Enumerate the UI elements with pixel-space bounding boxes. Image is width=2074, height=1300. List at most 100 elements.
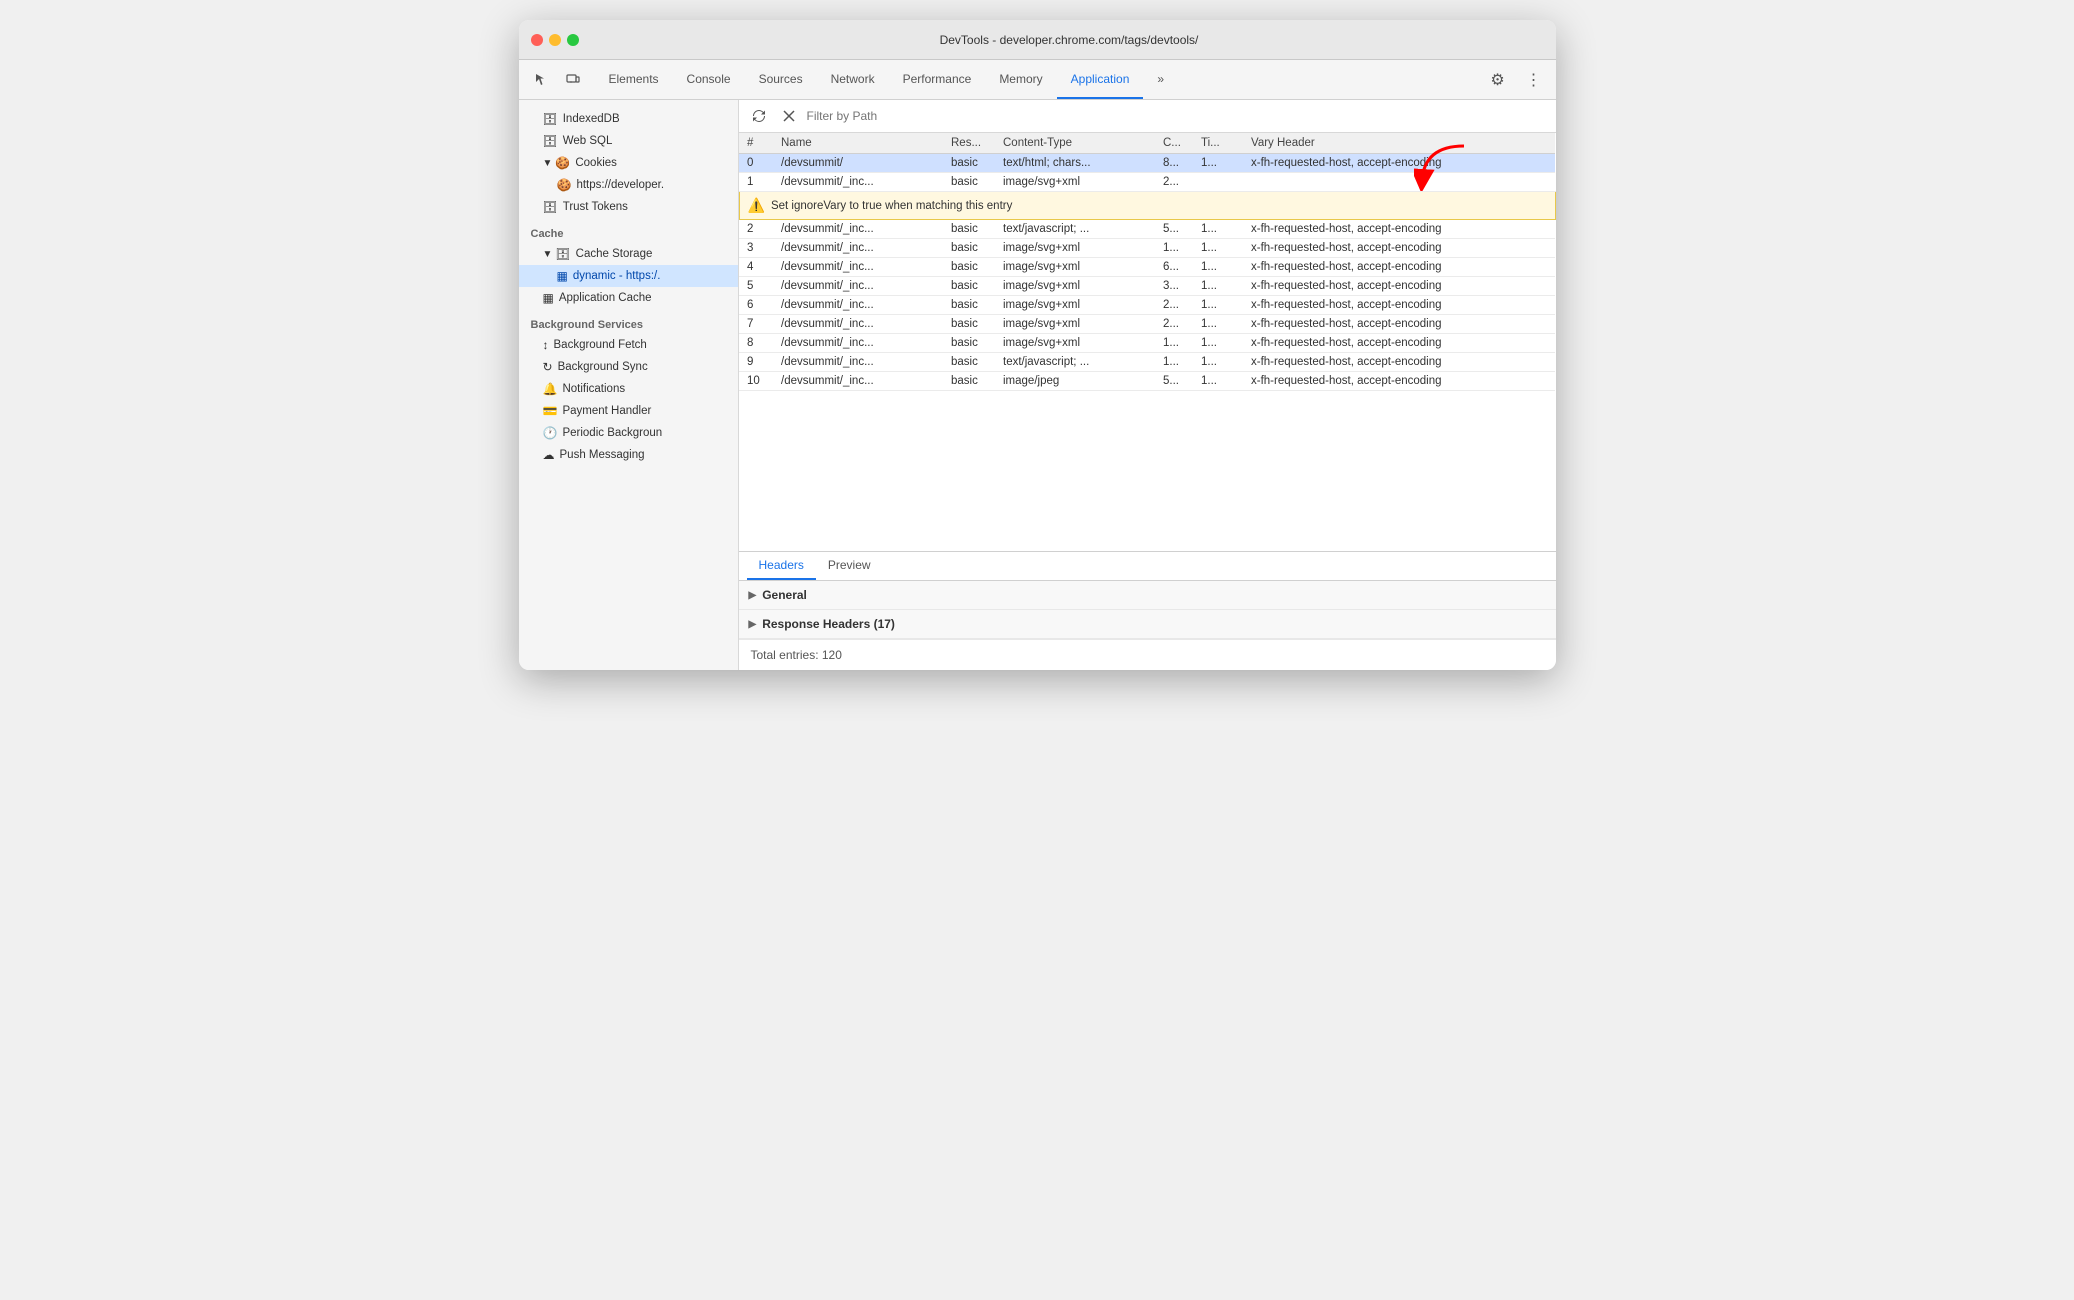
- toolbar: Elements Console Sources Network Perform…: [519, 60, 1556, 100]
- table-row[interactable]: 9/devsummit/_inc...basictext/javascript;…: [739, 353, 1555, 372]
- devtools-window: DevTools - developer.chrome.com/tags/dev…: [519, 20, 1556, 670]
- notifications-icon: 🔔: [543, 382, 558, 396]
- tab-performance[interactable]: Performance: [889, 60, 986, 99]
- col-header-name[interactable]: Name: [773, 133, 943, 154]
- tab-application[interactable]: Application: [1057, 60, 1144, 99]
- sidebar-item-label: Cookies: [575, 157, 617, 169]
- menu-icon[interactable]: ⋮: [1520, 66, 1548, 94]
- response-headers-toggle-icon: ▶: [749, 619, 757, 630]
- table-row[interactable]: 7/devsummit/_inc...basicimage/svg+xml2..…: [739, 315, 1555, 334]
- websql-icon: 🗄: [543, 134, 558, 148]
- table-row[interactable]: 0/devsummit/basictext/html; chars...8...…: [739, 154, 1555, 173]
- toolbar-tabs: Elements Console Sources Network Perform…: [595, 60, 1476, 99]
- right-panel: # Name Res... Content-Type C... Ti... Va…: [739, 100, 1556, 670]
- toolbar-left-icons: [527, 60, 587, 99]
- maximize-button[interactable]: [567, 34, 579, 46]
- bg-services-section-label: Background Services: [519, 309, 738, 334]
- sidebar-item-cookies-developer[interactable]: 🍪 https://developer.: [519, 174, 738, 196]
- table-row[interactable]: 4/devsummit/_inc...basicimage/svg+xml6..…: [739, 258, 1555, 277]
- table-row[interactable]: 10/devsummit/_inc...basicimage/jpeg5...1…: [739, 372, 1555, 391]
- tab-console[interactable]: Console: [673, 60, 745, 99]
- cache-storage-icon: 🗄: [555, 247, 570, 261]
- push-messaging-icon: ☁: [543, 448, 555, 462]
- window-title: DevTools - developer.chrome.com/tags/dev…: [595, 33, 1544, 47]
- sidebar-item-label: https://developer.: [576, 179, 664, 191]
- sidebar-item-label: Cache Storage: [576, 248, 653, 260]
- titlebar: DevTools - developer.chrome.com/tags/dev…: [519, 20, 1556, 60]
- cache-entry-icon: ▦: [557, 269, 568, 283]
- filter-input[interactable]: [807, 109, 1548, 123]
- periodic-bg-icon: 🕐: [543, 426, 558, 440]
- tab-headers[interactable]: Headers: [747, 552, 816, 580]
- sidebar-item-label: IndexedDB: [563, 113, 620, 125]
- cookies-icon: 🍪: [555, 156, 570, 170]
- bottom-panel-content: ▶ General ▶ Response Headers (17): [739, 581, 1556, 639]
- sidebar-item-application-cache[interactable]: ▦ Application Cache: [519, 287, 738, 309]
- expand-triangle-icon: ▼: [543, 158, 553, 169]
- sidebar-item-websql[interactable]: 🗄 Web SQL: [519, 130, 738, 152]
- col-header-ct[interactable]: Content-Type: [995, 133, 1155, 154]
- sidebar-item-indexeddb[interactable]: 🗄 IndexedDB: [519, 108, 738, 130]
- clear-button[interactable]: [777, 104, 801, 128]
- sidebar-item-label: Background Fetch: [554, 339, 647, 351]
- trust-tokens-icon: 🗄: [543, 200, 558, 214]
- tab-network[interactable]: Network: [817, 60, 889, 99]
- section-general[interactable]: ▶ General: [739, 581, 1556, 610]
- sidebar-item-label: Web SQL: [563, 135, 613, 147]
- tab-more[interactable]: »: [1143, 60, 1178, 99]
- sidebar-item-cache-storage[interactable]: ▼ 🗄 Cache Storage: [519, 243, 738, 265]
- sidebar-item-payment-handler[interactable]: 💳 Payment Handler: [519, 400, 738, 422]
- tab-sources[interactable]: Sources: [745, 60, 817, 99]
- app-cache-icon: ▦: [543, 291, 554, 305]
- table-row[interactable]: 5/devsummit/_inc...basicimage/svg+xml3..…: [739, 277, 1555, 296]
- settings-icon[interactable]: ⚙: [1484, 66, 1512, 94]
- tab-preview[interactable]: Preview: [816, 552, 883, 580]
- general-toggle-icon: ▶: [749, 590, 757, 601]
- sidebar-item-label: Notifications: [562, 383, 625, 395]
- main-content: 🗄 IndexedDB 🗄 Web SQL ▼ 🍪 Cookies 🍪 http…: [519, 100, 1556, 670]
- tooltip-content: ⚠️Set ignoreVary to true when matching t…: [740, 192, 1555, 219]
- close-button[interactable]: [531, 34, 543, 46]
- tab-memory[interactable]: Memory: [985, 60, 1056, 99]
- table-row[interactable]: 1/devsummit/_inc...basicimage/svg+xml2..…: [739, 173, 1555, 192]
- tooltip-message: Set ignoreVary to true when matching thi…: [771, 200, 1012, 212]
- sidebar-item-trust-tokens[interactable]: 🗄 Trust Tokens: [519, 196, 738, 218]
- sidebar-item-push-messaging[interactable]: ☁ Push Messaging: [519, 444, 738, 466]
- tab-elements[interactable]: Elements: [595, 60, 673, 99]
- table-row[interactable]: 8/devsummit/_inc...basicimage/svg+xml1..…: [739, 334, 1555, 353]
- filter-bar: [739, 100, 1556, 133]
- table-row[interactable]: 2/devsummit/_inc...basictext/javascript;…: [739, 220, 1555, 239]
- total-entries: Total entries: 120: [739, 639, 1556, 670]
- refresh-button[interactable]: [747, 104, 771, 128]
- sidebar-item-label: Application Cache: [559, 292, 652, 304]
- table-header-row: # Name Res... Content-Type C... Ti... Va…: [739, 133, 1555, 154]
- sidebar-item-label: Trust Tokens: [563, 201, 628, 213]
- sidebar-item-periodic-bg[interactable]: 🕐 Periodic Backgroun: [519, 422, 738, 444]
- sidebar-item-cookies[interactable]: ▼ 🍪 Cookies: [519, 152, 738, 174]
- cache-table: # Name Res... Content-Type C... Ti... Va…: [739, 133, 1556, 391]
- bg-fetch-icon: ↕: [543, 338, 549, 352]
- col-header-vary[interactable]: Vary Header: [1243, 133, 1555, 154]
- col-header-c[interactable]: C...: [1155, 133, 1193, 154]
- device-icon[interactable]: [559, 66, 587, 94]
- col-header-num[interactable]: #: [739, 133, 773, 154]
- sidebar-item-label: dynamic - https:/.: [573, 270, 661, 282]
- traffic-lights: [531, 34, 579, 46]
- sidebar-item-bg-sync[interactable]: ↻ Background Sync: [519, 356, 738, 378]
- sidebar-item-bg-fetch[interactable]: ↕ Background Fetch: [519, 334, 738, 356]
- cookie-item-icon: 🍪: [557, 178, 572, 192]
- table-row[interactable]: 3/devsummit/_inc...basicimage/svg+xml1..…: [739, 239, 1555, 258]
- bottom-panel-tabs: Headers Preview: [739, 552, 1556, 581]
- sidebar-item-dynamic-cache[interactable]: ▦ dynamic - https:/.: [519, 265, 738, 287]
- minimize-button[interactable]: [549, 34, 561, 46]
- expand-cache-triangle-icon: ▼: [543, 249, 553, 260]
- section-response-headers[interactable]: ▶ Response Headers (17): [739, 610, 1556, 639]
- sidebar-item-label: Payment Handler: [562, 405, 651, 417]
- inspect-icon[interactable]: [527, 66, 555, 94]
- col-header-ti[interactable]: Ti...: [1193, 133, 1243, 154]
- bottom-panel: Headers Preview ▶ General ▶ Response Hea…: [739, 551, 1556, 670]
- sidebar-item-notifications[interactable]: 🔔 Notifications: [519, 378, 738, 400]
- table-row[interactable]: 6/devsummit/_inc...basicimage/svg+xml2..…: [739, 296, 1555, 315]
- toolbar-right: ⚙ ⋮: [1484, 60, 1548, 99]
- col-header-res[interactable]: Res...: [943, 133, 995, 154]
